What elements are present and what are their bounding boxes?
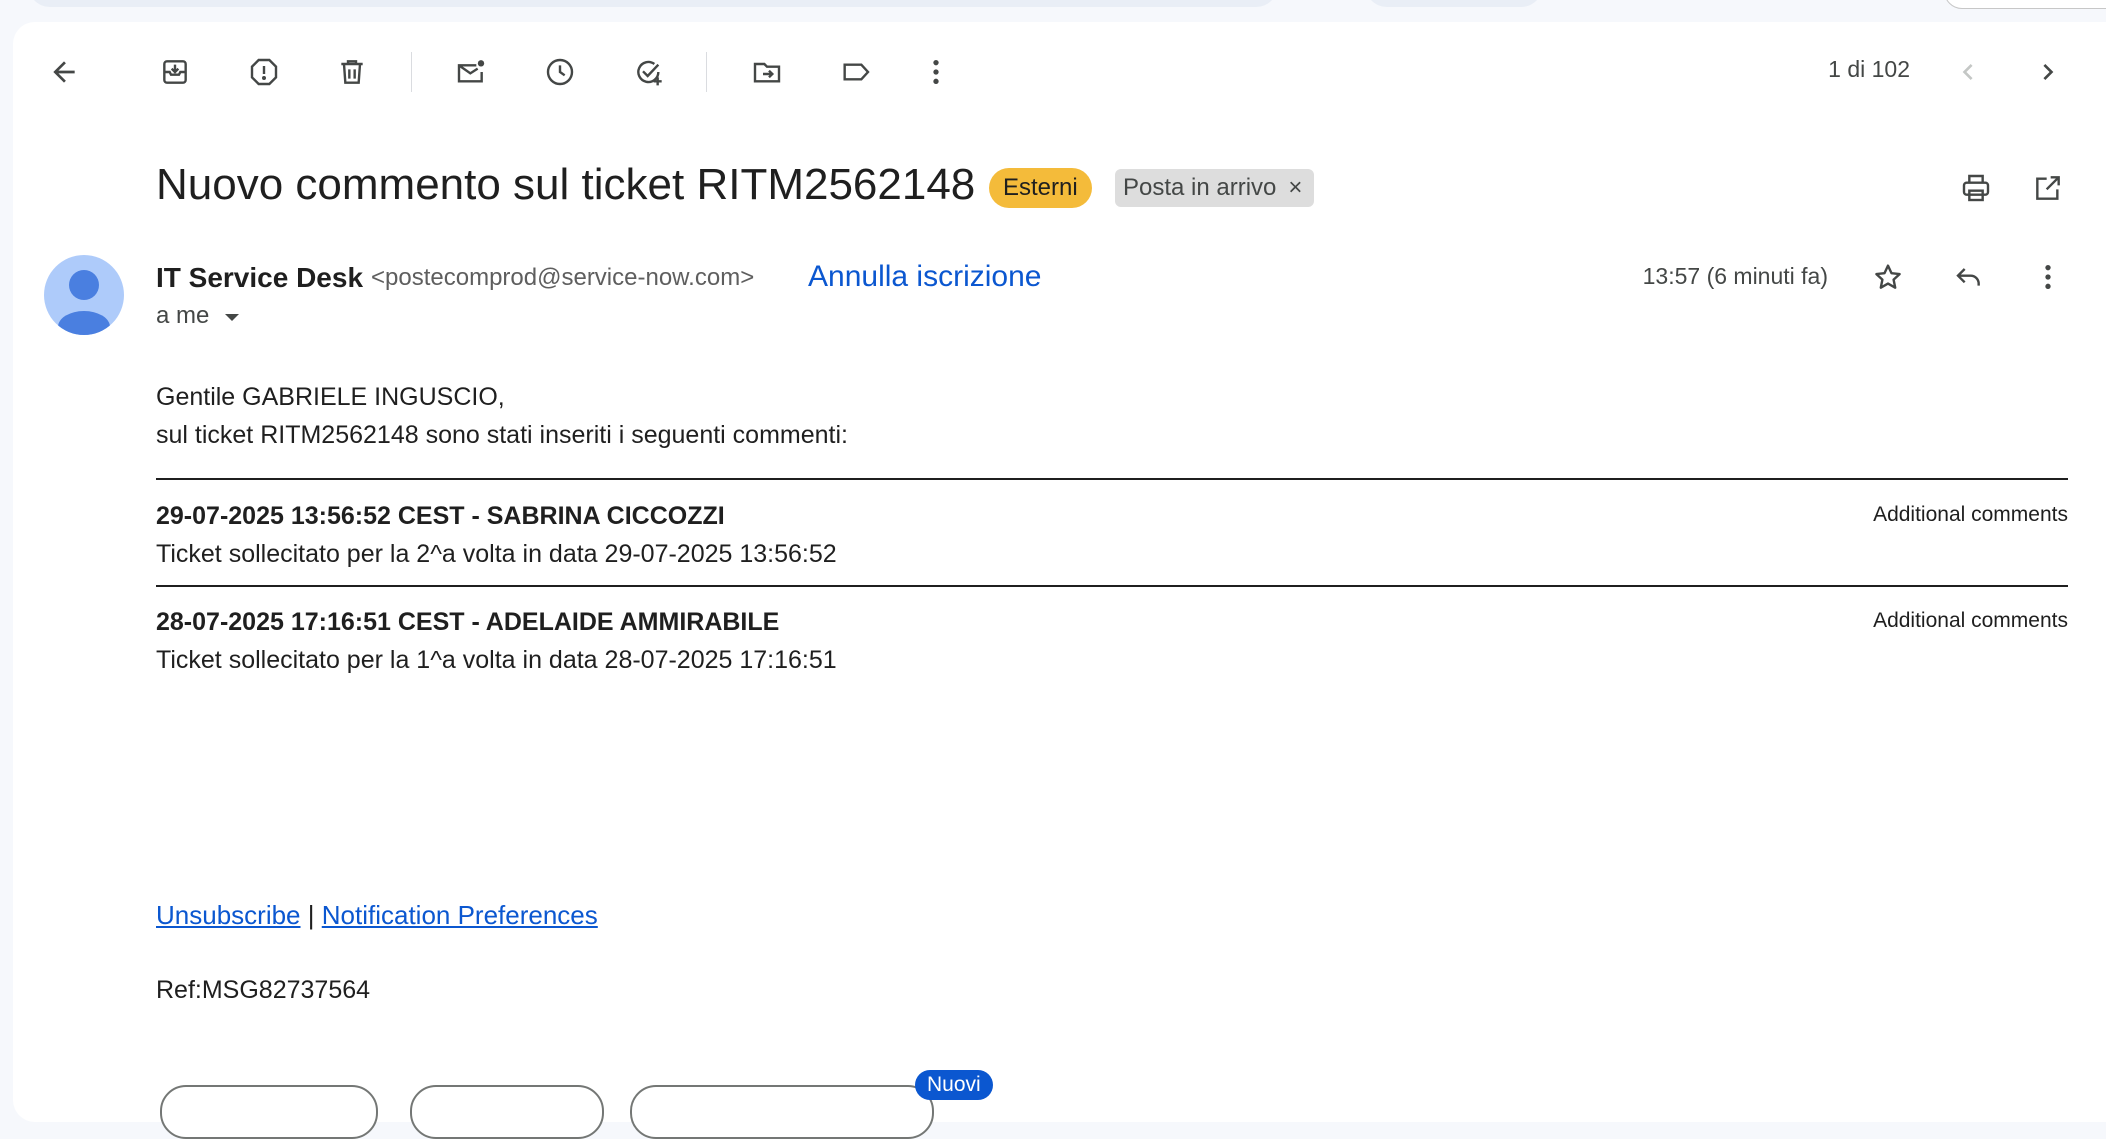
move-to-icon[interactable] xyxy=(741,46,793,98)
comment-header: 29-07-2025 13:56:52 CEST - SABRINA CICCO… xyxy=(156,502,725,530)
comment-text: Ticket sollecitato per la 1^a volta in d… xyxy=(156,646,837,674)
footer-separator: | xyxy=(307,900,315,930)
back-arrow-icon[interactable] xyxy=(38,46,90,98)
reply-icon[interactable] xyxy=(1942,251,1994,303)
header-control[interactable] xyxy=(1365,0,1543,7)
comment-type: Additional comments xyxy=(1873,609,2068,632)
pager-count: 1 di 102 xyxy=(1828,56,1910,82)
sender-name[interactable]: IT Service Desk xyxy=(156,262,363,294)
greeting-text: Gentile GABRIELE INGUSCIO, xyxy=(156,383,505,411)
inbox-label-chip: Posta in arrivo × xyxy=(1115,169,1315,207)
new-badge: Nuovi xyxy=(915,1070,993,1100)
comment-header: 28-07-2025 17:16:51 CEST - ADELAIDE AMMI… xyxy=(156,608,780,636)
chevron-down-icon[interactable] xyxy=(225,313,240,321)
reply-button[interactable] xyxy=(160,1085,378,1139)
snooze-icon[interactable] xyxy=(534,46,586,98)
star-icon[interactable] xyxy=(1862,251,1914,303)
open-in-new-window-icon[interactable] xyxy=(2022,162,2074,214)
more-vert-icon[interactable] xyxy=(910,46,962,98)
more-vert-icon[interactable] xyxy=(2022,251,2074,303)
header-corner-control[interactable] xyxy=(1944,0,2106,9)
newer-chevron-icon[interactable] xyxy=(1942,46,1994,98)
sender-email: <postecomprod@service-now.com> xyxy=(371,264,755,291)
search-bar[interactable] xyxy=(28,0,1278,7)
unsubscribe-footer-link[interactable]: Unsubscribe xyxy=(156,900,301,930)
archive-icon[interactable] xyxy=(149,46,201,98)
avatar[interactable] xyxy=(44,255,124,335)
email-subject: Nuovo commento sul ticket RITM2562148 xyxy=(156,160,976,209)
divider xyxy=(156,585,2068,587)
toolbar-divider xyxy=(411,52,412,92)
unsubscribe-link[interactable]: Annulla iscrizione xyxy=(808,260,1041,294)
divider xyxy=(156,478,2068,480)
forward-button[interactable] xyxy=(410,1085,604,1139)
mark-unread-icon[interactable] xyxy=(445,46,497,98)
recipient-label: a me xyxy=(156,302,210,329)
print-icon[interactable] xyxy=(1950,162,2002,214)
delete-icon[interactable] xyxy=(326,46,378,98)
external-label-chip[interactable]: Esterni xyxy=(989,168,1092,208)
smart-reply-button[interactable] xyxy=(630,1085,934,1139)
intro-text: sul ticket RITM2562148 sono stati inseri… xyxy=(156,421,848,449)
toolbar-divider xyxy=(706,52,707,92)
footer-links: Unsubscribe | Notification Preferences xyxy=(156,900,598,931)
report-spam-icon[interactable] xyxy=(238,46,290,98)
reference-id: Ref:MSG82737564 xyxy=(156,976,371,1004)
comment-type: Additional comments xyxy=(1873,503,2068,526)
add-task-icon[interactable] xyxy=(623,46,675,98)
older-chevron-icon[interactable] xyxy=(2022,46,2074,98)
remove-label-icon[interactable]: × xyxy=(1288,169,1302,207)
comment-text: Ticket sollecitato per la 2^a volta in d… xyxy=(156,540,837,568)
message-time: 13:57 (6 minuti fa) xyxy=(1642,263,1828,289)
inbox-label-text: Posta in arrivo xyxy=(1123,174,1277,201)
recipient-details[interactable]: a me xyxy=(156,302,240,330)
label-icon[interactable] xyxy=(830,46,882,98)
notification-preferences-link[interactable]: Notification Preferences xyxy=(322,900,598,930)
person-icon xyxy=(58,270,110,335)
